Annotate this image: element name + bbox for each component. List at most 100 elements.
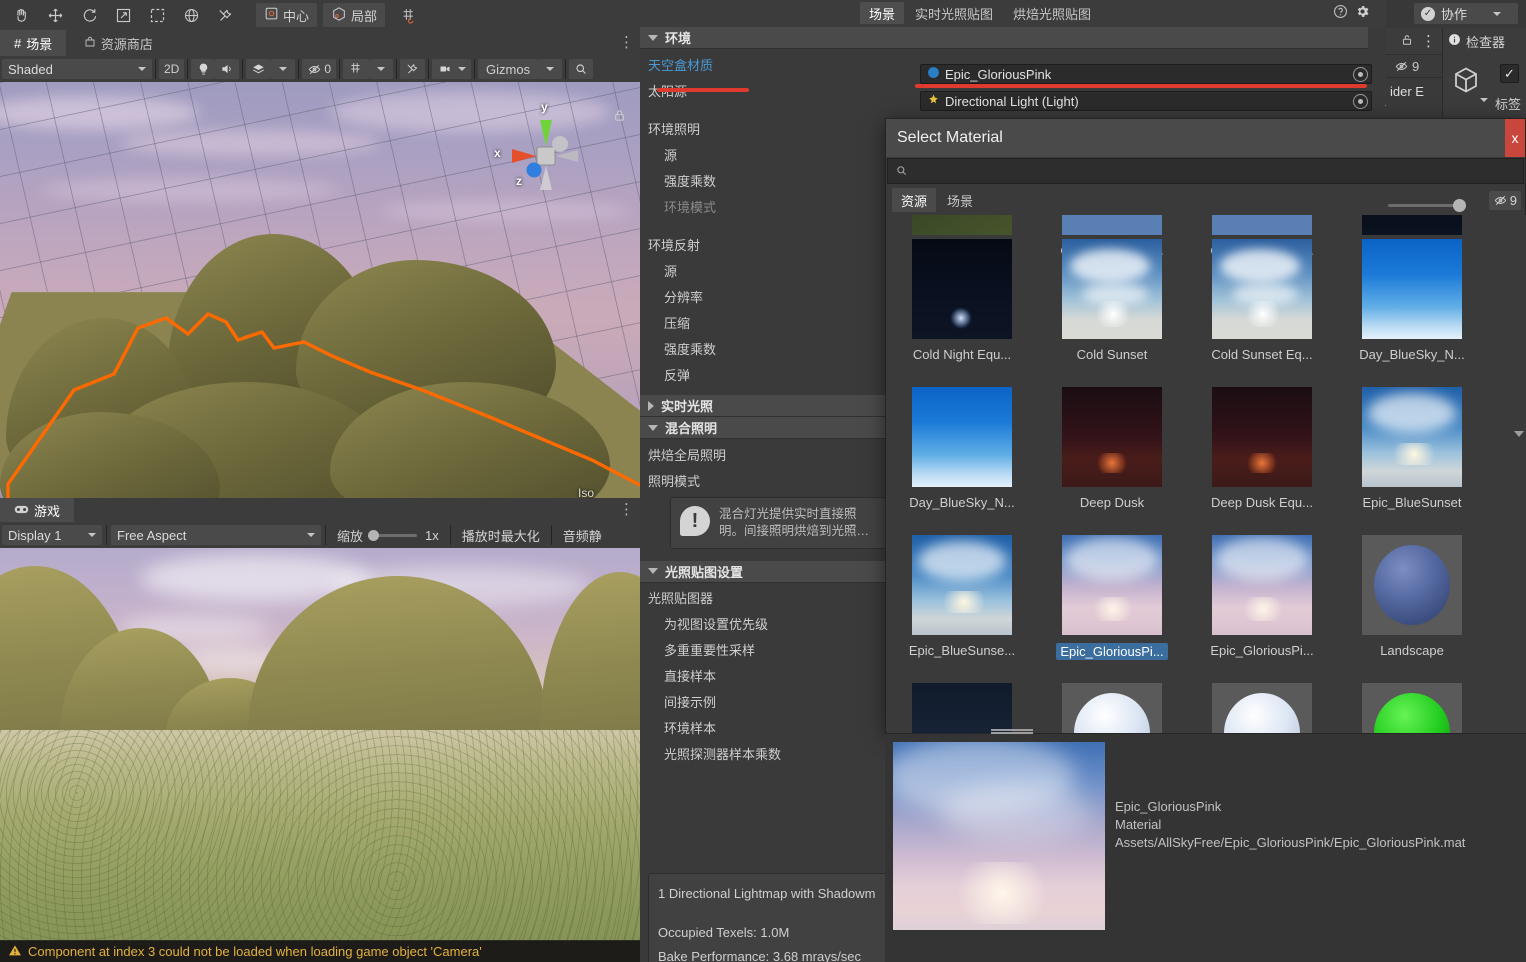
space-mode-button[interactable]: 局部 (323, 3, 386, 27)
material-item[interactable]: Deep Dusk Equ... (1187, 387, 1337, 535)
gizmos-button[interactable]: Gizmos (478, 59, 539, 79)
prop-label-ambient-mode: 环境模式 (664, 199, 717, 215)
dialog-search-row[interactable] (887, 158, 1524, 184)
material-item[interactable]: Epic_BlueSunset (1337, 387, 1487, 535)
dialog-source-tabs: 资源 场景 9 (886, 184, 1525, 212)
sun-source-field[interactable]: Directional Light (Light) (920, 91, 1372, 111)
scene-lock-icon[interactable] (613, 108, 626, 126)
collab-button[interactable]: ✓ 协作 (1414, 3, 1518, 24)
material-item-selected[interactable]: Epic_GloriousPi... (1037, 535, 1187, 683)
rect-tool-button[interactable] (140, 3, 174, 27)
close-icon[interactable]: x (1505, 119, 1525, 157)
dialog-hidden-toggle[interactable]: 9 (1488, 191, 1521, 210)
cube-icon[interactable] (1451, 64, 1481, 99)
section-header-environment[interactable]: 环境 (640, 27, 1368, 49)
material-item[interactable]: Cold Night Equ... (887, 239, 1037, 387)
prop-label-direct-samples: 直接样本 (664, 669, 717, 685)
scene-lighting-toggle[interactable] (191, 59, 216, 79)
preview-resize-handle[interactable] (991, 729, 1033, 734)
scale-slider[interactable] (368, 529, 418, 541)
game-menu-kebab-icon[interactable]: ⋮ (619, 501, 634, 518)
tab-asset-store[interactable]: 资源商店 (70, 30, 167, 56)
snap-toggle-button[interactable] (391, 3, 425, 27)
shading-mode-dropdown[interactable]: Shaded (2, 59, 152, 79)
custom-tool-button[interactable] (208, 3, 242, 27)
help-icon[interactable] (1333, 4, 1348, 22)
material-preview-panel: Epic_GloriousPink Material Assets/AllSky… (885, 729, 1526, 962)
material-item[interactable]: Epic_BlueSunse... (887, 535, 1037, 683)
material-item[interactable]: Landscape (1337, 535, 1487, 683)
shading-mode-label: Shaded (8, 61, 53, 77)
lighting-tab-realtime-lightmaps[interactable]: 实时光照贴图 (906, 2, 1002, 24)
move-tool-button[interactable] (38, 3, 72, 27)
close-label: x (1511, 130, 1519, 146)
scene-menu-kebab-icon[interactable]: ⋮ (619, 34, 634, 51)
aspect-dropdown[interactable]: Free Aspect (111, 525, 321, 545)
object-picker-icon[interactable] (1353, 94, 1368, 109)
material-item[interactable]: Cold Sunset (1037, 239, 1187, 387)
material-item-label: Cold Night Equ... (912, 347, 1012, 362)
scale-tool-button[interactable] (106, 3, 140, 27)
inspector-enabled-checkbox[interactable]: ✓ (1500, 64, 1519, 83)
hand-tool-button[interactable] (4, 3, 38, 27)
scene-fx-dropdown[interactable] (271, 59, 296, 79)
scene-camera-button[interactable] (432, 59, 472, 79)
tab-scene[interactable]: # 场景 (0, 30, 67, 56)
material-item[interactable]: Deep Dusk (1037, 387, 1187, 535)
kebab-icon[interactable]: ⋮ (1421, 32, 1436, 50)
gizmo-projection-label[interactable]: Iso (578, 486, 594, 498)
grid-scroll-caret-icon[interactable] (1514, 431, 1524, 437)
material-item[interactable]: Cold Sunset Eq... (1187, 239, 1337, 387)
hierarchy-hidden-toggle[interactable]: 9 (1386, 54, 1442, 78)
prop-label-env-lighting-source: 源 (664, 147, 678, 163)
material-item[interactable] (887, 683, 1037, 733)
skybox-material-value: Epic_GloriousPink (945, 66, 1052, 82)
object-picker-icon[interactable] (1353, 67, 1368, 82)
hidden-objects-button[interactable]: 0 (302, 59, 337, 79)
scene-search-input[interactable] (569, 59, 594, 79)
section-title-environment: 环境 (665, 31, 692, 46)
prop-label-env-intensity: 强度乘数 (664, 173, 717, 189)
material-item-label: Day_BlueSky_N... (909, 495, 1015, 510)
material-item[interactable] (1337, 683, 1487, 733)
search-input[interactable] (913, 163, 1523, 179)
rotate-tool-button[interactable] (72, 3, 106, 27)
gizmos-dropdown[interactable] (538, 59, 563, 79)
dialog-tab-scene[interactable]: 场景 (938, 188, 982, 212)
grid-icon: # (14, 35, 22, 51)
scene-viewport[interactable]: y x z Iso (0, 82, 640, 498)
grid-snapping-dropdown[interactable] (369, 59, 394, 79)
display-dropdown[interactable]: Display 1 (2, 525, 102, 545)
skybox-material-field[interactable]: Epic_GloriousPink (920, 64, 1372, 84)
material-item[interactable]: Day_BlueSky_N... (1337, 239, 1487, 387)
transform-tool-button[interactable] (174, 3, 208, 27)
thumbnail-size-slider[interactable] (1388, 199, 1466, 212)
lock-icon[interactable] (1401, 33, 1413, 50)
maximize-on-play-button[interactable]: 播放时最大化 (455, 524, 547, 546)
gizmos-label: Gizmos (486, 61, 531, 77)
pivot-mode-button[interactable]: 中心 (256, 3, 318, 27)
material-item[interactable] (1187, 683, 1337, 733)
game-viewport[interactable] (0, 548, 640, 940)
status-bar[interactable]: Component at index 3 could not be loaded… (0, 940, 640, 962)
material-item[interactable]: Day_BlueSky_N... (887, 387, 1037, 535)
mute-audio-button[interactable]: 音频静 (556, 524, 609, 546)
hierarchy-item-truncated[interactable]: ider E (1386, 78, 1442, 104)
scene-tools-button[interactable] (400, 59, 426, 79)
gizmo-z-label: z (516, 174, 522, 188)
orientation-gizmo[interactable]: y x z (490, 100, 600, 210)
lighting-tab-scene[interactable]: 场景 (860, 2, 905, 24)
scene-fx-toggle[interactable] (246, 59, 272, 79)
toggle-2d-button[interactable]: 2D (159, 59, 185, 79)
space-label: 局部 (351, 8, 378, 24)
dialog-tab-assets[interactable]: 资源 (892, 188, 937, 212)
tab-game[interactable]: 游戏 (0, 498, 75, 522)
material-grid[interactable]: Bush 05 Mat Cartoon Base N... Cartoon Ba… (887, 215, 1526, 733)
grid-snapping-button[interactable] (343, 59, 370, 79)
lighting-tab-baked-lightmaps[interactable]: 烘焙光照贴图 (1004, 2, 1100, 24)
gizmo-x-label: x (494, 146, 501, 160)
scene-audio-toggle[interactable] (215, 59, 240, 79)
material-item[interactable]: Epic_GloriousPi... (1187, 535, 1337, 683)
gear-icon[interactable] (1355, 4, 1370, 22)
material-item[interactable] (1037, 683, 1187, 733)
